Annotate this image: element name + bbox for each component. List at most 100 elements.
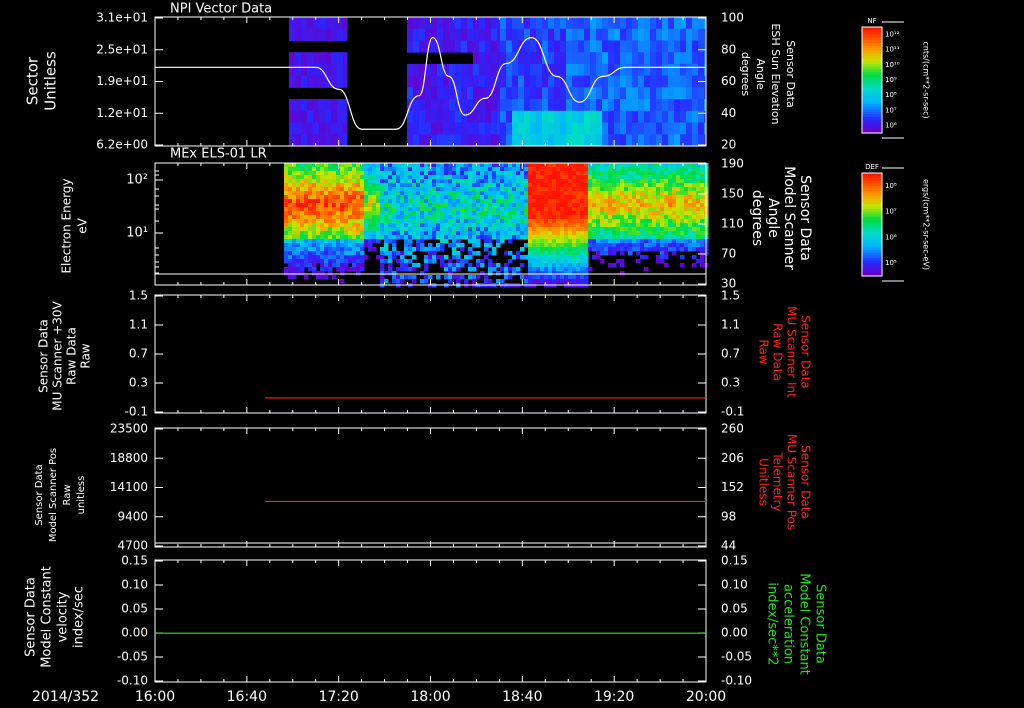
els-cell	[420, 215, 425, 220]
els-cell	[416, 175, 421, 180]
els-cell	[572, 259, 577, 264]
els-cell	[600, 195, 605, 200]
els-cell	[404, 191, 409, 196]
els-cell	[380, 267, 385, 272]
els-cell	[300, 231, 305, 236]
npi-cell	[620, 110, 627, 124]
els-cell	[664, 167, 669, 172]
els-cell	[576, 195, 581, 200]
els-cell	[356, 223, 361, 228]
els-cell	[460, 219, 465, 224]
els-cell	[388, 187, 393, 192]
els-cell	[428, 235, 433, 240]
npi-cell	[307, 122, 314, 135]
els-cell	[568, 207, 573, 212]
els-cell	[556, 251, 561, 256]
els-cell	[552, 207, 557, 212]
els-cell	[324, 207, 329, 212]
els-cell	[320, 195, 325, 200]
els-cell	[576, 239, 581, 244]
els-cell	[596, 223, 601, 228]
colorbar-units-label: cnts/(cm**2-sr-sec)	[922, 41, 931, 118]
els-cell	[468, 275, 473, 280]
els-cell	[564, 255, 569, 260]
els-cell	[392, 195, 397, 200]
els-cell	[672, 239, 677, 244]
els-cell	[336, 255, 341, 260]
els-cell	[592, 171, 597, 176]
npi-cell	[407, 40, 414, 53]
els-cell	[644, 187, 649, 192]
npi-cell	[337, 28, 344, 41]
els-cell	[316, 255, 321, 260]
els-cell	[488, 183, 493, 188]
els-cell	[412, 275, 417, 280]
els-cell	[556, 215, 561, 220]
els-cell	[580, 223, 585, 228]
npi-cell	[698, 52, 705, 65]
els-cell	[536, 239, 541, 244]
els-cell	[324, 195, 329, 200]
els-cell	[524, 191, 529, 196]
els-cell	[468, 207, 473, 212]
npi-cell	[698, 28, 705, 41]
els-cell	[284, 219, 289, 224]
els-cell	[540, 279, 545, 284]
els-cell	[348, 215, 353, 220]
els-cell	[328, 247, 333, 252]
els-cell	[336, 175, 341, 180]
els-cell	[460, 231, 465, 236]
els-cell	[628, 191, 633, 196]
els-cell	[468, 187, 473, 192]
els-cell	[496, 227, 501, 232]
els-cell	[368, 207, 373, 212]
els-cell	[544, 247, 549, 252]
els-cell	[364, 163, 369, 168]
els-cell	[596, 175, 601, 180]
els-cell	[300, 219, 305, 224]
els-cell	[372, 223, 377, 228]
els-cell	[328, 195, 333, 200]
els-cell	[528, 195, 533, 200]
npi-cell	[530, 134, 537, 147]
els-cell	[512, 183, 517, 188]
els-cell	[492, 215, 497, 220]
els-cell	[304, 187, 309, 192]
els-cell	[596, 239, 601, 244]
els-cell	[292, 275, 297, 280]
els-cell	[560, 235, 565, 240]
els-cell	[376, 175, 381, 180]
npi-cell	[614, 40, 621, 53]
els-cell	[316, 175, 321, 180]
els-cell	[412, 247, 417, 252]
els-cell	[384, 271, 389, 276]
els-cell	[696, 207, 701, 212]
els-cell	[656, 215, 661, 220]
els-cell	[316, 163, 321, 168]
els-cell	[640, 239, 645, 244]
els-cell	[488, 167, 493, 172]
els-cell	[664, 187, 669, 192]
colorbar-tick-label: 10¹¹	[885, 46, 900, 54]
els-cell	[532, 187, 537, 192]
els-cell	[600, 207, 605, 212]
els-cell	[624, 203, 629, 208]
els-cell	[492, 223, 497, 228]
els-cell	[572, 255, 577, 260]
els-cell	[296, 207, 301, 212]
els-cell	[300, 247, 305, 252]
npi-cell	[698, 110, 705, 124]
els-cell	[460, 199, 465, 204]
els-cell	[284, 227, 289, 232]
els-cell	[380, 227, 385, 232]
els-cell	[496, 195, 501, 200]
els-cell	[420, 235, 425, 240]
npi-cell	[578, 52, 585, 65]
els-cell	[412, 235, 417, 240]
npi-cell	[461, 17, 468, 30]
els-cell	[376, 163, 381, 168]
els-cell	[392, 215, 397, 220]
els-cell	[364, 231, 369, 236]
npi-cell	[548, 87, 555, 100]
els-cell	[612, 183, 617, 188]
